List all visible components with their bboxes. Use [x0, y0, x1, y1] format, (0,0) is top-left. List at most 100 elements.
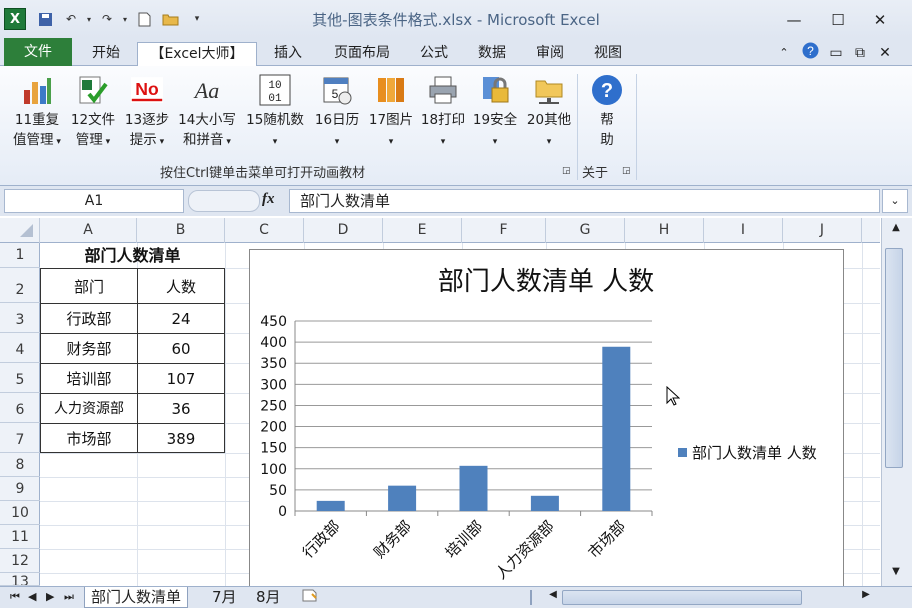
row-header[interactable]: 8	[0, 453, 40, 477]
row-header[interactable]: 13	[0, 573, 40, 586]
table-cell-count[interactable]: 107	[137, 363, 225, 394]
table-title[interactable]: 部门人数清单	[40, 243, 225, 268]
other-button[interactable]: 20其他 ▾	[520, 72, 578, 152]
button-label: 19安全	[472, 112, 518, 128]
row-header[interactable]: 10	[0, 501, 40, 525]
table-cell-dept[interactable]: 财务部	[40, 333, 138, 364]
help-circle-icon[interactable]: ?	[801, 42, 819, 66]
step-hint-button[interactable]: No 13逐步 提示 ▾	[118, 72, 176, 152]
select-all-corner[interactable]	[0, 218, 40, 243]
row-header[interactable]: 11	[0, 525, 40, 549]
button-label: 18打印	[420, 112, 466, 128]
tab-review[interactable]: 审阅	[528, 42, 572, 66]
row-header[interactable]: 5	[0, 363, 40, 393]
table-cell-dept[interactable]: 人力资源部	[40, 393, 138, 424]
name-box[interactable]: A1	[4, 189, 184, 213]
sheet-tab[interactable]: 8月	[250, 587, 287, 608]
row-header[interactable]: 2	[0, 268, 40, 303]
tab-data[interactable]: 数据	[470, 42, 514, 66]
duplicate-values-button[interactable]: 11重复 值管理 ▾	[8, 72, 66, 152]
workbook-close-button[interactable]: ✕	[877, 42, 893, 66]
column-header[interactable]: G	[546, 218, 625, 243]
scroll-left-icon[interactable]: ◀	[545, 589, 561, 605]
expand-formula-bar-icon[interactable]: ⌄	[882, 189, 908, 213]
calendar-button[interactable]: 5 16日历 ▾	[308, 72, 366, 152]
tab-home[interactable]: 开始	[82, 42, 130, 66]
maximize-button[interactable]: ☐	[824, 9, 852, 31]
collapse-ribbon-icon[interactable]: ⌃	[776, 42, 792, 66]
print-button[interactable]: 18打印 ▾	[414, 72, 472, 152]
table-cell-count[interactable]: 60	[137, 333, 225, 364]
tab-formulas[interactable]: 公式	[412, 42, 456, 66]
table-header-dept[interactable]: 部门	[40, 268, 138, 304]
row-header[interactable]: 6	[0, 393, 40, 423]
table-cell-dept[interactable]: 行政部	[40, 303, 138, 334]
workbook-restore-button[interactable]: ⧉	[852, 42, 868, 66]
chart-bar[interactable]	[459, 465, 488, 511]
column-header[interactable]: B	[137, 218, 225, 243]
chart-bar[interactable]	[530, 495, 559, 511]
dialog-launcher-icon[interactable]: ◲	[622, 166, 631, 176]
insert-function-icon[interactable]: fx	[262, 191, 275, 208]
column-header[interactable]: H	[625, 218, 704, 243]
workbook-minimize-button[interactable]: ▭	[828, 42, 844, 66]
formula-input[interactable]: 部门人数清单	[289, 189, 880, 213]
vertical-scrollbar[interactable]: ▲ ▼	[881, 218, 912, 586]
column-header[interactable]: E	[383, 218, 462, 243]
security-button[interactable]: 19安全 ▾	[466, 72, 524, 152]
chart-object[interactable]: 部门人数清单 人数 0 50 100 150 200 250 300 350 400 450 行政…	[249, 249, 844, 589]
tab-excel-master[interactable]: 【Excel大师】	[137, 42, 257, 67]
tab-file[interactable]: 文件	[4, 38, 72, 66]
column-header[interactable]: J	[783, 218, 862, 243]
tab-view[interactable]: 视图	[586, 42, 630, 66]
table-cell-count[interactable]: 36	[137, 393, 225, 424]
column-header[interactable]: I	[704, 218, 783, 243]
row-header[interactable]: 12	[0, 549, 40, 573]
last-sheet-icon[interactable]: ⏭	[58, 587, 80, 608]
random-number-button[interactable]: 10 01 15随机数 ▾	[242, 72, 308, 152]
row-header[interactable]: 1	[0, 243, 40, 268]
column-header-bar: A B C D E F G H I J	[0, 218, 880, 243]
row-header[interactable]: 3	[0, 303, 40, 333]
chart-bar[interactable]	[316, 500, 345, 511]
column-header[interactable]: C	[225, 218, 304, 243]
minimize-button[interactable]: —	[780, 9, 808, 31]
close-button[interactable]: ✕	[866, 9, 894, 31]
mouse-pointer-icon	[666, 386, 680, 406]
column-header[interactable]: D	[304, 218, 383, 243]
column-header[interactable]: F	[462, 218, 546, 243]
chart-legend-label[interactable]: 部门人数清单 人数	[692, 444, 817, 462]
insert-sheet-icon[interactable]	[296, 587, 324, 608]
sheet-tab[interactable]: 7月	[206, 587, 243, 608]
table-header-count[interactable]: 人数	[137, 268, 225, 304]
scroll-up-icon[interactable]: ▲	[885, 222, 907, 238]
ribbon: 11重复 值管理 ▾ 12文件 管理 ▾ No 13逐步 提示 ▾ Aa 14大…	[0, 66, 912, 186]
chart-bar[interactable]	[602, 346, 631, 511]
chart-bar[interactable]	[388, 485, 417, 511]
scroll-right-icon[interactable]: ▶	[858, 589, 874, 605]
help-button[interactable]: ? 帮 助	[580, 72, 634, 150]
formula-bar-resize-handle[interactable]	[188, 190, 260, 212]
table-cell-count[interactable]: 24	[137, 303, 225, 334]
case-pinyin-button[interactable]: Aa 14大小写 和拼音 ▾	[174, 72, 240, 152]
tab-page-layout[interactable]: 页面布局	[326, 42, 398, 66]
dialog-launcher-icon[interactable]: ◲	[562, 166, 571, 176]
picture-button[interactable]: 17图片 ▾	[362, 72, 420, 152]
tab-split-handle[interactable]	[530, 590, 538, 605]
horizontal-scroll-thumb[interactable]	[562, 590, 802, 605]
sheet-tab-active[interactable]: 部门人数清单	[84, 587, 189, 608]
chart-title[interactable]: 部门人数清单 人数	[438, 267, 654, 297]
lock-icon	[483, 77, 509, 103]
button-label: 12文件	[70, 112, 116, 128]
table-cell-dept[interactable]: 培训部	[40, 363, 138, 394]
row-header[interactable]: 4	[0, 333, 40, 363]
column-header[interactable]: A	[40, 218, 137, 243]
table-cell-dept[interactable]: 市场部	[40, 423, 138, 453]
tab-insert[interactable]: 插入	[266, 42, 310, 66]
scroll-thumb[interactable]	[885, 248, 903, 468]
table-cell-count[interactable]: 389	[137, 423, 225, 453]
row-header[interactable]: 7	[0, 423, 40, 453]
file-management-button[interactable]: 12文件 管理 ▾	[64, 72, 122, 152]
scroll-down-icon[interactable]: ▼	[885, 566, 907, 582]
row-header[interactable]: 9	[0, 477, 40, 501]
